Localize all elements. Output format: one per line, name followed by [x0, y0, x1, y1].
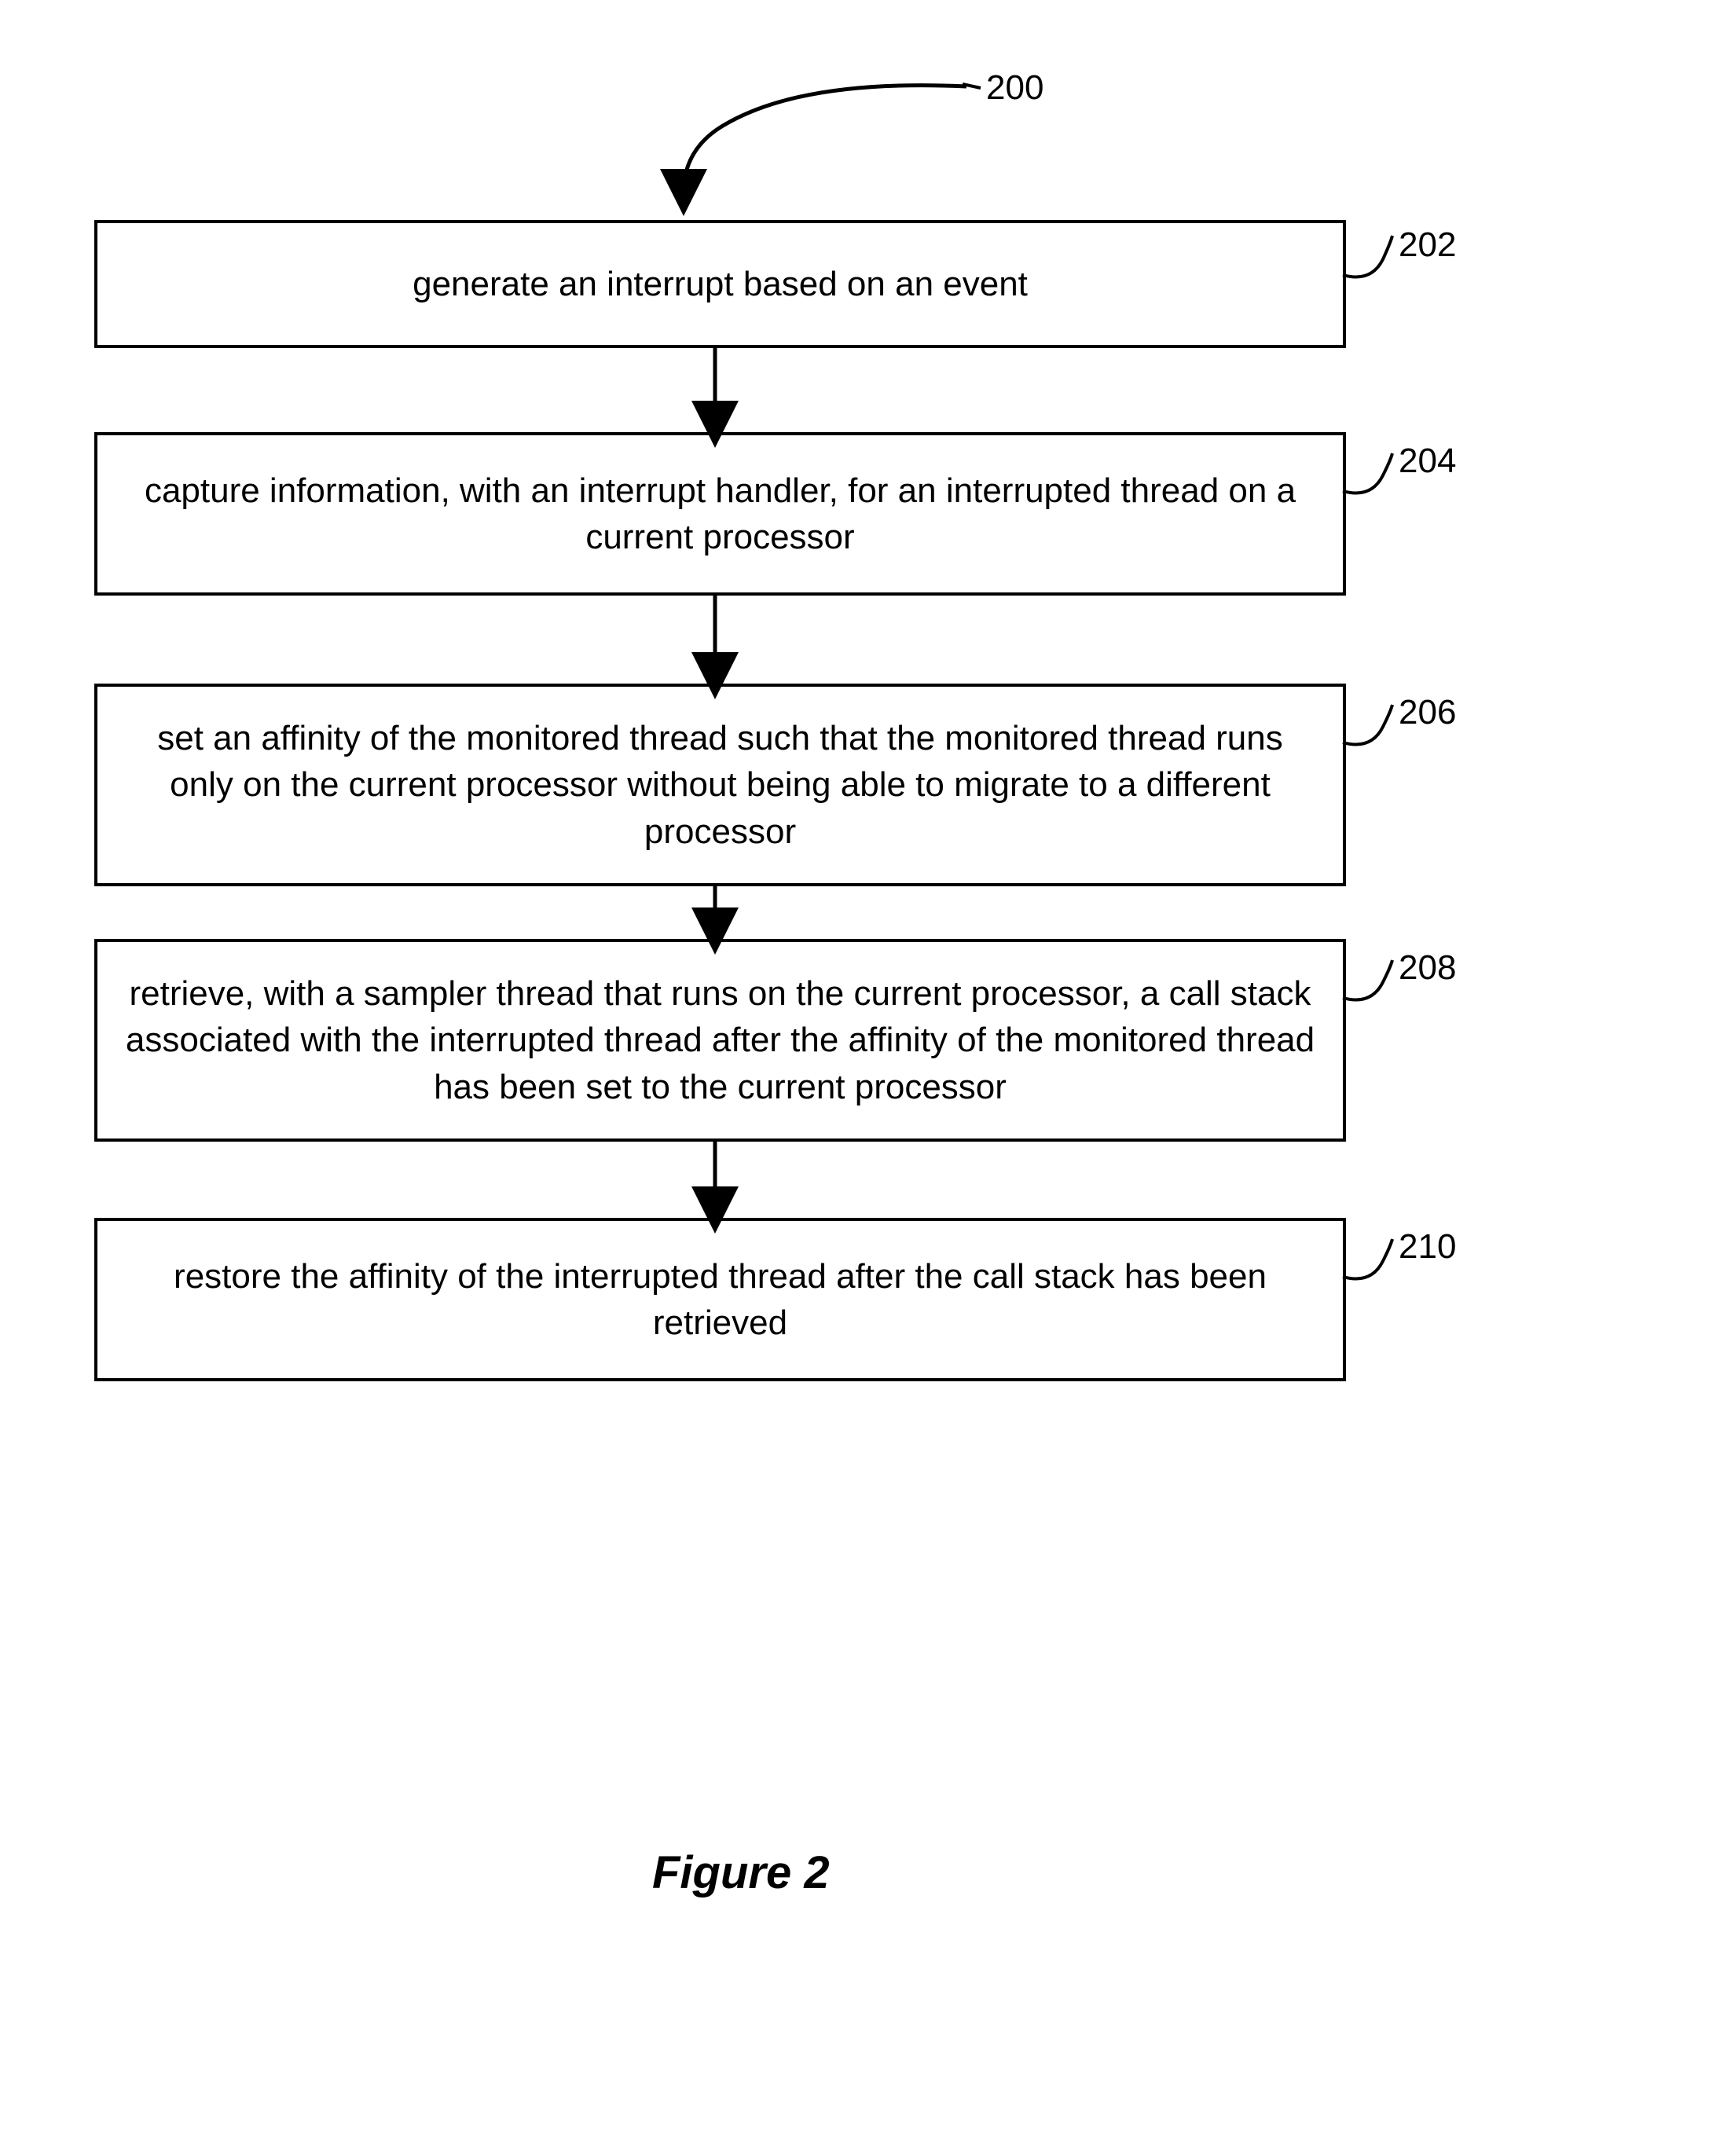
step-id-208: 208 — [1399, 951, 1456, 985]
step-id-206: 206 — [1399, 695, 1456, 730]
step-box-206: set an affinity of the monitored thread … — [94, 684, 1346, 886]
step-text-206: set an affinity of the monitored thread … — [97, 715, 1343, 855]
step-id-204: 204 — [1399, 444, 1456, 478]
entry-arrow-tick — [963, 84, 981, 88]
step-text-202: generate an interrupt based on an event — [389, 261, 1051, 307]
step-box-202: generate an interrupt based on an event — [94, 220, 1346, 348]
leader-204 — [1343, 453, 1392, 493]
leader-206 — [1343, 705, 1392, 745]
step-id-202: 202 — [1399, 228, 1456, 262]
step-box-210: restore the affinity of the interrupted … — [94, 1218, 1346, 1381]
step-text-208: retrieve, with a sampler thread that run… — [97, 970, 1343, 1110]
step-box-208: retrieve, with a sampler thread that run… — [94, 939, 1346, 1142]
entry-arrow — [684, 86, 966, 192]
leader-202 — [1343, 236, 1392, 277]
step-text-204: capture information, with an interrupt h… — [97, 468, 1343, 561]
figure-caption: Figure 2 — [652, 1846, 830, 1899]
leader-208 — [1343, 960, 1392, 1000]
flow-title-label: 200 — [986, 71, 1043, 105]
step-box-204: capture information, with an interrupt h… — [94, 432, 1346, 596]
leader-210 — [1343, 1239, 1392, 1279]
page: 200 generate an interrupt based on an ev… — [0, 0, 1731, 2156]
step-text-210: restore the affinity of the interrupted … — [97, 1253, 1343, 1347]
step-id-210: 210 — [1399, 1230, 1456, 1264]
